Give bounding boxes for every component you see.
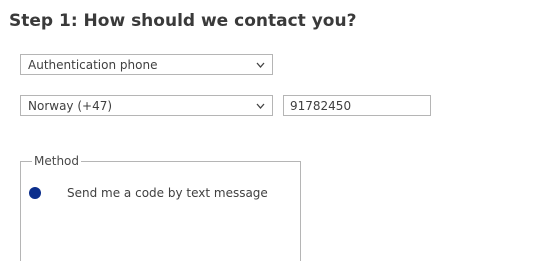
radio-selected-icon[interactable]: [29, 187, 41, 199]
step-title: Step 1: How should we contact you?: [9, 11, 357, 31]
phone-number-input[interactable]: [283, 95, 431, 116]
contact-method-value: Authentication phone: [28, 58, 158, 72]
chevron-down-icon: [256, 103, 265, 109]
country-code-select[interactable]: Norway (+47): [20, 95, 273, 116]
country-code-value: Norway (+47): [28, 99, 113, 113]
method-legend: Method: [32, 154, 82, 168]
method-fieldset: Method Send me a code by text message: [20, 154, 301, 261]
chevron-down-icon: [256, 62, 265, 68]
method-option-label: Send me a code by text message: [67, 186, 268, 200]
contact-method-select[interactable]: Authentication phone: [20, 54, 273, 75]
